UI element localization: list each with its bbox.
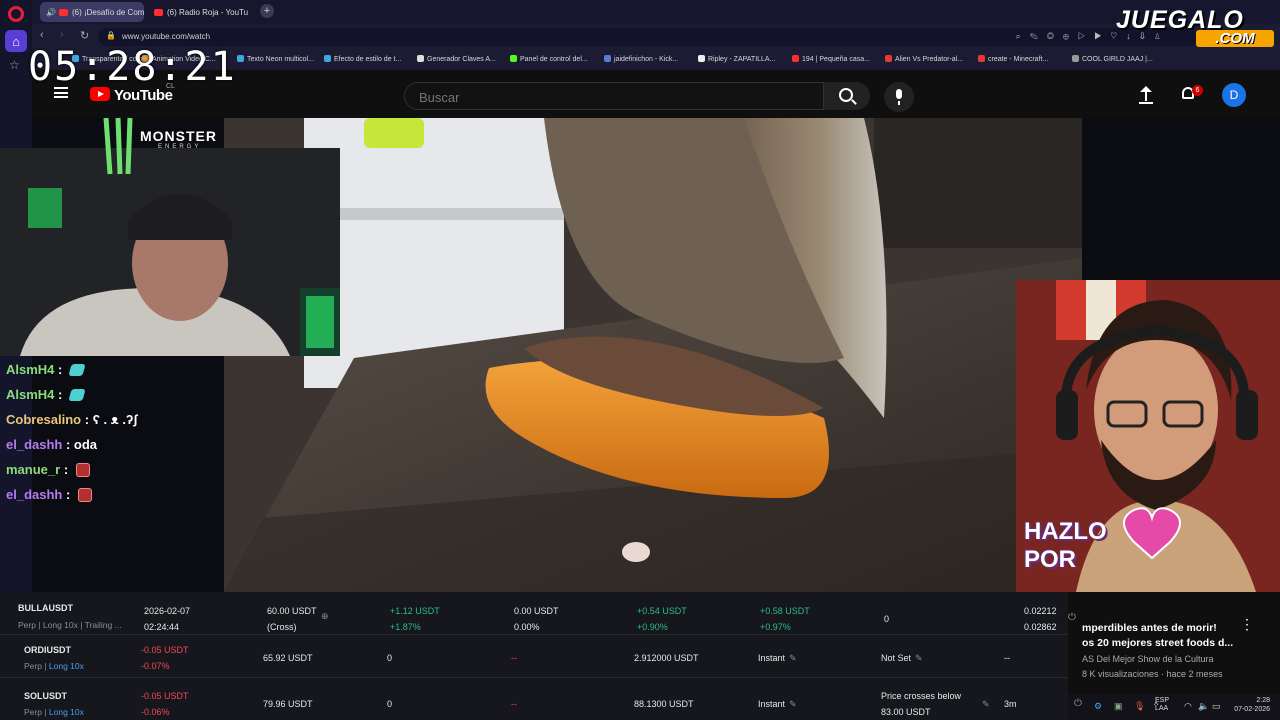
monster-claw-icon [103, 117, 133, 175]
home-icon[interactable]: ⌂ [5, 30, 27, 52]
lock-icon: 🔒 [106, 31, 116, 40]
search-icon [839, 88, 853, 102]
tab-radio-roja[interactable]: (6) Radio Roja - YouTube [148, 2, 248, 22]
edit-icon[interactable]: ✎ [982, 699, 990, 710]
upload-icon[interactable] [1139, 86, 1153, 104]
tab-label: (6) Radio Roja - YouTube [167, 7, 248, 17]
recommended-video-card[interactable]: ⏻ mperdibles antes de morir! os 20 mejor… [1068, 592, 1280, 694]
watermark-bottom: .COM [1196, 30, 1274, 47]
new-tab-button[interactable]: + [260, 4, 274, 18]
voice-search-button[interactable] [884, 82, 914, 112]
table-row[interactable]: SOLUSDT Perp | Long 10x -0.05 USDT -0.06… [0, 678, 1068, 720]
chat-message: AlsmH4 : [6, 387, 86, 402]
microphone-icon [896, 89, 902, 105]
chat-overlay: AlsmH4 : AlsmH4 : Cobresalino : ʕ . ᴥ .ʔ… [0, 356, 224, 592]
tab-label: (6) ¡Desafío de Comid [71, 7, 144, 17]
bookmark-item[interactable]: Generador Claves A... [417, 55, 496, 63]
edit-icon[interactable]: ✎ [789, 699, 797, 709]
chat-message: el_dashh : oda [6, 437, 98, 452]
emote-icon [77, 488, 92, 502]
bookmark-item[interactable]: Texto Neon multicol... [237, 55, 314, 63]
video-frame-image [224, 118, 1082, 592]
chat-message: el_dashh : [6, 487, 92, 502]
notification-badge: 6 [1192, 85, 1203, 96]
chat-message: AlsmH4 : [6, 362, 86, 377]
stream-clock: 05:28:21 [28, 44, 237, 90]
video-player[interactable] [224, 118, 1082, 592]
vtuber-avatar-overlay: HAZLO POR [1016, 280, 1280, 592]
chat-message: manue_r : [6, 462, 90, 477]
pin-icon[interactable]: ☆ [9, 58, 20, 72]
emote-icon [68, 364, 86, 376]
info-icon[interactable]: ⊕ [321, 611, 329, 622]
trading-positions-panel: BULLAUSDT Perp | Long 10x | Trailing ...… [0, 592, 1068, 720]
bookmark-item[interactable]: COOL GIRLD JAAJ |... [1072, 55, 1153, 63]
steam-icon[interactable]: ⚙ [1094, 701, 1102, 712]
bookmark-item[interactable]: 194 | Pequeña casa... [792, 55, 870, 63]
url-text: www.youtube.com/watch [122, 32, 211, 41]
bookmark-item[interactable]: create - Minecraft... [978, 55, 1048, 63]
taskbar-clock[interactable]: 2:28 07-02-2026 [1234, 696, 1270, 714]
wifi-icon[interactable]: ◠ [1184, 701, 1192, 712]
search-input[interactable] [417, 89, 801, 106]
volume-icon[interactable]: 🔈 [1198, 701, 1209, 712]
bookmark-item[interactable]: Ripley - ZAPATILLA... [698, 55, 775, 63]
speaker-icon: 🔊 [46, 7, 56, 17]
emote-icon [75, 463, 90, 477]
forward-icon[interactable]: › [60, 29, 64, 41]
power-icon[interactable]: ⏻ [1068, 612, 1076, 623]
emote-icon [68, 389, 86, 401]
microphone-icon[interactable]: 🎙 [1134, 701, 1145, 712]
monster-energy-logo: MONSTER ENERGY [100, 116, 220, 180]
chat-message: Cobresalino : ʕ . ᴥ .ʔʃ [6, 412, 138, 427]
edit-icon[interactable]: ✎ [915, 653, 923, 663]
search-box[interactable] [404, 82, 824, 110]
youtube-favicon-icon [58, 8, 68, 16]
bookmark-item[interactable]: Efecto de estilo de t... [324, 55, 401, 63]
battery-icon[interactable]: ▭ [1212, 701, 1221, 712]
tray-icon[interactable]: ▣ [1114, 701, 1123, 712]
tab-desafio[interactable]: 🔊 (6) ¡Desafío de Comid [40, 2, 144, 22]
tab-strip: 🔊 (6) ¡Desafío de Comid (6) Radio Roja -… [32, 0, 1280, 24]
opera-logo-icon[interactable] [8, 6, 24, 22]
account-avatar[interactable]: D [1222, 83, 1246, 107]
search-button[interactable] [824, 82, 870, 110]
monster-subtext: ENERGY [158, 144, 202, 150]
edit-icon[interactable]: ✎ [789, 653, 797, 663]
back-icon[interactable]: ‹ [40, 29, 44, 41]
table-row[interactable]: BULLAUSDT Perp | Long 10x | Trailing ...… [0, 592, 1068, 635]
monster-text: MONSTER [140, 128, 217, 144]
bookmark-item[interactable]: Alien Vs Predator-al... [885, 55, 963, 63]
power-icon[interactable]: ⏻ [1074, 698, 1082, 709]
juegalo-watermark: JUEGALO .COM [1116, 6, 1276, 48]
language-indicator[interactable]: ESP LAA [1155, 697, 1169, 713]
youtube-favicon-icon [154, 8, 163, 16]
reload-icon[interactable]: ↻ [80, 29, 89, 42]
hazlo-overlay-text: HAZLO POR [1024, 518, 1107, 573]
more-options-icon[interactable]: ⋮ [1240, 617, 1254, 631]
table-row[interactable]: ORDIUSDT Perp | Long 10x -0.05 USDT -0.0… [0, 635, 1068, 678]
windows-taskbar: ⏻ ⚙ ▣ 🎙 ^ ESP LAA ◠ 🔈 ▭ 2:28 07-02-2026 [1068, 694, 1280, 720]
bookmark-item[interactable]: Panel de control del... [510, 55, 588, 63]
bookmark-item[interactable]: jaidefinichon - Kick... [604, 55, 678, 63]
